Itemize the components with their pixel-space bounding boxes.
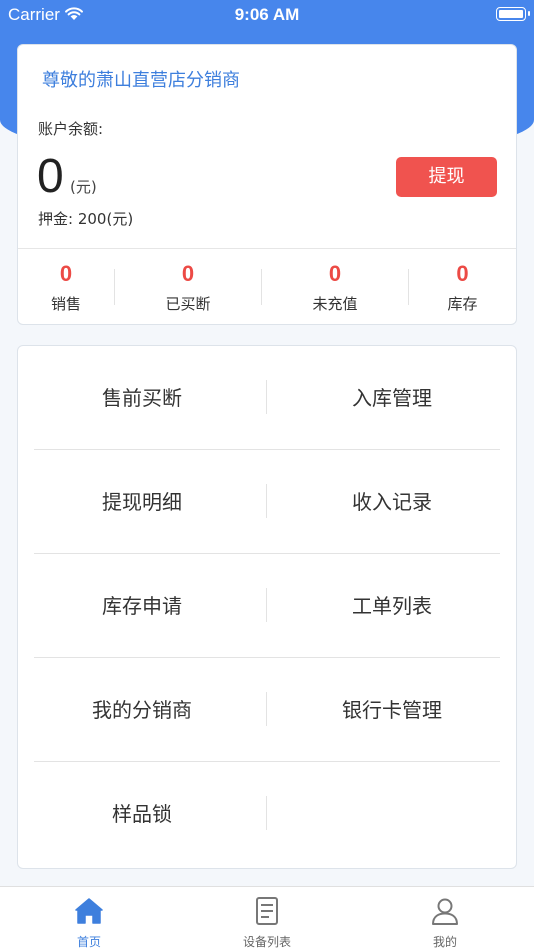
menu-item-withdraw-details[interactable]: 提现明细 — [18, 450, 266, 554]
menu-item-empty — [268, 762, 516, 866]
user-icon — [432, 898, 458, 925]
stat-label: 销售 — [50, 295, 81, 313]
menu-row: 我的分销商 银行卡管理 — [18, 658, 516, 762]
store-name: 尊敬的萧山直营店分销商 — [42, 70, 240, 91]
menu-divider — [266, 796, 267, 830]
menu-item-income-records[interactable]: 收入记录 — [268, 450, 516, 554]
deposit-info: 押金: 200(元) — [38, 208, 133, 229]
tab-label: 设备列表 — [242, 935, 291, 949]
menu-divider — [266, 484, 267, 518]
stat-label: 库存 — [447, 295, 478, 313]
menu-divider — [266, 692, 267, 726]
menu-item-sample-lock[interactable]: 样品锁 — [18, 762, 266, 866]
bottom-tab-bar: 首页 设备列表 我的 — [0, 886, 534, 950]
menu-item-stock-in-management[interactable]: 入库管理 — [268, 346, 516, 450]
withdraw-button[interactable]: 提现 — [396, 157, 497, 197]
deposit-value: 200(元) — [77, 210, 134, 228]
status-bar: Carrier 9:06 AM — [0, 0, 534, 30]
stats-row: 0 销售 0 已买断 0 未充值 0 库存 — [18, 249, 516, 325]
menu-row: 售前买断 入库管理 — [18, 346, 516, 450]
document-list-icon — [256, 897, 278, 925]
menu-divider — [266, 588, 267, 622]
deposit-label: 押金: — [38, 210, 74, 228]
balance-label: 账户余额: — [38, 120, 104, 138]
menu-row: 提现明细 收入记录 — [18, 450, 516, 554]
home-icon — [75, 898, 103, 924]
stat-label: 已买断 — [165, 295, 211, 313]
stat-sales[interactable]: 0 销售 — [18, 249, 114, 325]
stat-value: 0 — [181, 261, 195, 286]
stat-not-recharged[interactable]: 0 未充值 — [262, 249, 408, 325]
stat-value: 0 — [59, 261, 73, 286]
menu-item-work-order-list[interactable]: 工单列表 — [268, 554, 516, 658]
menu-row: 样品锁 — [18, 762, 516, 866]
account-card: 尊敬的萧山直营店分销商 账户余额: 0 (元) 提现 押金: 200(元) 0 … — [17, 44, 517, 325]
stat-value: 0 — [456, 261, 469, 286]
tab-device-list[interactable]: 设备列表 — [178, 887, 356, 950]
battery-icon — [496, 7, 530, 21]
menu-divider — [266, 380, 267, 414]
menu-grid: 售前买断 入库管理 提现明细 收入记录 库存申请 工单列表 我的分销商 银行卡管… — [17, 345, 517, 869]
menu-item-bank-card-management[interactable]: 银行卡管理 — [268, 658, 516, 762]
tab-label: 我的 — [432, 935, 457, 949]
stat-bought-out[interactable]: 0 已买断 — [115, 249, 261, 325]
tab-home[interactable]: 首页 — [0, 887, 178, 950]
stat-value: 0 — [328, 261, 342, 286]
stat-inventory[interactable]: 0 库存 — [409, 249, 516, 325]
balance-amount: 0 — [37, 150, 64, 203]
menu-item-inventory-request[interactable]: 库存申请 — [18, 554, 266, 658]
menu-item-my-distributors[interactable]: 我的分销商 — [18, 658, 266, 762]
clock: 9:06 AM — [234, 5, 300, 24]
stat-label: 未充值 — [312, 295, 358, 313]
tab-mine[interactable]: 我的 — [356, 887, 534, 950]
menu-item-presale-buyout[interactable]: 售前买断 — [18, 346, 266, 450]
menu-row: 库存申请 工单列表 — [18, 554, 516, 658]
balance-unit: (元) — [70, 178, 97, 196]
tab-label: 首页 — [76, 935, 101, 949]
